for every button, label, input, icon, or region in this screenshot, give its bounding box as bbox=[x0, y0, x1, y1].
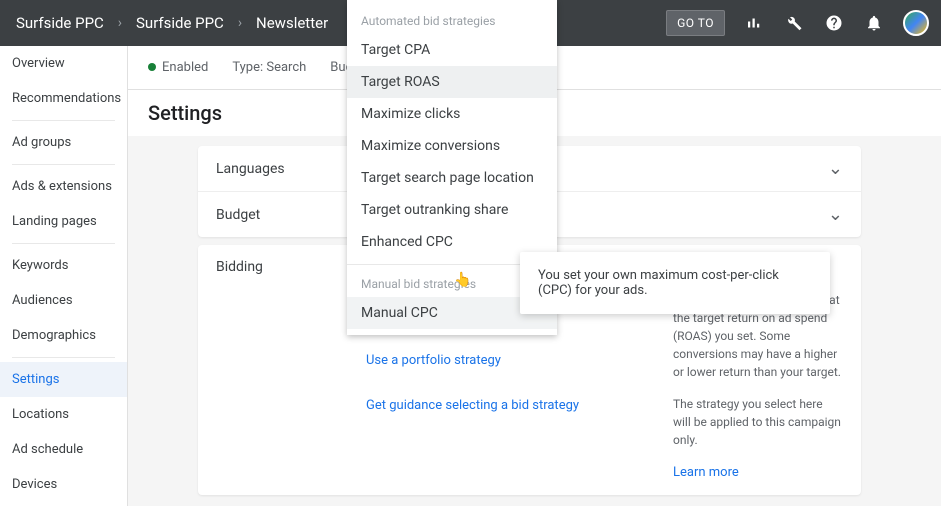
sidebar-item-ad-groups[interactable]: Ad groups bbox=[0, 125, 127, 160]
manual-cpc-tooltip: You set your own maximum cost-per-click … bbox=[520, 252, 830, 314]
sidebar-item-demographics[interactable]: Demographics bbox=[0, 318, 127, 353]
breadcrumb-level1[interactable]: Surfside PPC bbox=[16, 14, 104, 32]
sidebar-item-audiences[interactable]: Audiences bbox=[0, 283, 127, 318]
dropdown-item-outranking-share[interactable]: Target outranking share bbox=[347, 194, 557, 226]
status-enabled: Enabled bbox=[148, 60, 208, 75]
sidebar-item-recommendations[interactable]: Recommendations bbox=[0, 81, 127, 116]
sidebar-item-keywords[interactable]: Keywords bbox=[0, 248, 127, 283]
tools-icon[interactable] bbox=[783, 12, 805, 34]
avatar[interactable] bbox=[903, 10, 929, 36]
status-type: Type: Search bbox=[232, 60, 306, 75]
breadcrumb-level3[interactable]: Newsletter bbox=[256, 14, 328, 32]
sidebar-item-ad-schedule[interactable]: Ad schedule bbox=[0, 432, 127, 467]
breadcrumb-level2[interactable]: Surfside PPC bbox=[136, 14, 224, 32]
sidebar-item-settings[interactable]: Settings bbox=[0, 362, 127, 397]
chevron-right-icon: › bbox=[238, 15, 242, 31]
dropdown-item-maximize-conversions[interactable]: Maximize conversions bbox=[347, 130, 557, 162]
learn-more-link[interactable]: Learn more bbox=[673, 463, 843, 483]
chevron-down-icon: ⌄ bbox=[828, 204, 843, 225]
dropdown-item-maximize-clicks[interactable]: Maximize clicks bbox=[347, 98, 557, 130]
sidebar-item-landing-pages[interactable]: Landing pages bbox=[0, 204, 127, 239]
left-sidebar: Overview Recommendations Ad groups Ads &… bbox=[0, 46, 128, 506]
dropdown-header-auto: Automated bid strategies bbox=[347, 8, 557, 34]
notifications-icon[interactable] bbox=[863, 12, 885, 34]
breadcrumb: Surfside PPC › Surfside PPC › Newsletter bbox=[16, 14, 328, 32]
sidebar-item-advanced-bid[interactable]: Advanced bid adj. bbox=[0, 502, 127, 506]
dropdown-item-target-roas[interactable]: Target ROAS bbox=[347, 66, 557, 98]
goto-button[interactable]: GO TO bbox=[666, 10, 725, 36]
sidebar-item-overview[interactable]: Overview bbox=[0, 46, 127, 81]
dropdown-item-target-cpa[interactable]: Target CPA bbox=[347, 34, 557, 66]
dropdown-item-search-page-location[interactable]: Target search page location bbox=[347, 162, 557, 194]
panel-languages-label: Languages bbox=[216, 161, 285, 177]
sidebar-item-devices[interactable]: Devices bbox=[0, 467, 127, 502]
sidebar-item-locations[interactable]: Locations bbox=[0, 397, 127, 432]
chevron-down-icon: ⌄ bbox=[828, 158, 843, 179]
bidding-help-text: conversion value as possible at the targ… bbox=[673, 291, 843, 483]
sidebar-item-ads-extensions[interactable]: Ads & extensions bbox=[0, 169, 127, 204]
panel-budget-label: Budget bbox=[216, 207, 260, 223]
chevron-right-icon: › bbox=[118, 15, 122, 31]
reports-icon[interactable] bbox=[743, 12, 765, 34]
help-icon[interactable] bbox=[823, 12, 845, 34]
